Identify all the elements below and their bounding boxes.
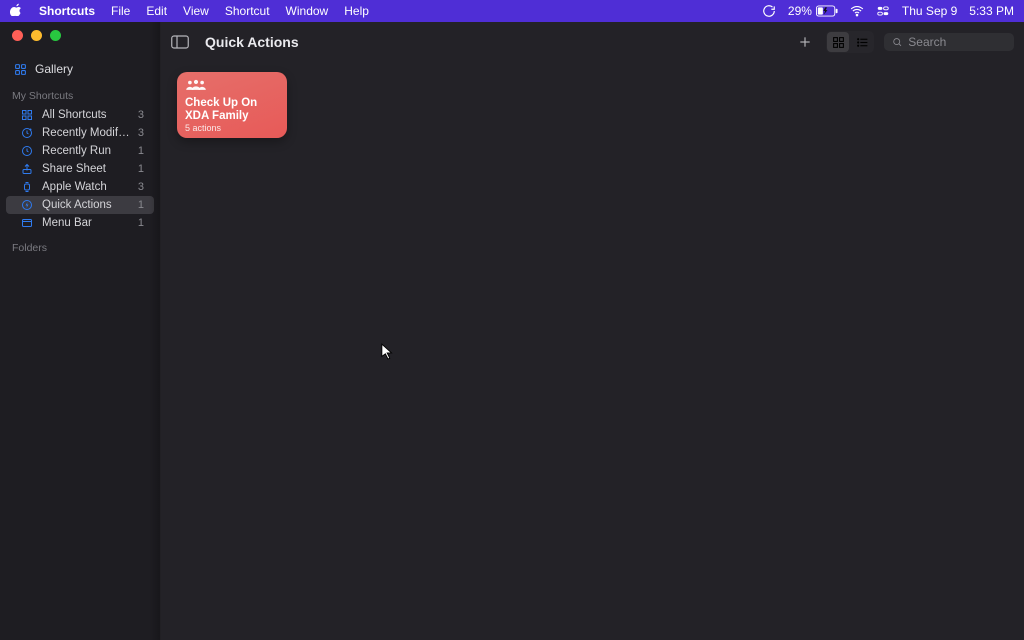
watch-icon (20, 181, 34, 193)
sidebar-gallery[interactable]: Gallery (0, 58, 160, 82)
menubar-time[interactable]: 5:33 PM (969, 4, 1014, 18)
sidebar-list: All Shortcuts 3 Recently Modified 3 Rece… (0, 106, 160, 232)
menubar-icon (20, 217, 34, 229)
control-center-icon[interactable] (876, 4, 890, 18)
window-traffic-lights (12, 30, 61, 41)
close-window-button[interactable] (12, 30, 23, 41)
wifi-icon[interactable] (850, 4, 864, 18)
menubar-status: 29% Thu Sep 9 5:33 PM (762, 4, 1014, 18)
sidebar-item-label: Recently Modified (42, 127, 130, 139)
sidebar-section-folders: Folders (0, 232, 160, 256)
sidebar-item-share-sheet[interactable]: Share Sheet 1 (6, 160, 154, 178)
battery-percent-label: 29% (788, 4, 812, 18)
sidebar-gallery-label: Gallery (35, 62, 73, 76)
minimize-window-button[interactable] (31, 30, 42, 41)
view-mode-segmented (826, 31, 874, 53)
sidebar-item-count: 3 (138, 109, 144, 121)
shortcut-card-subtitle: 5 actions (185, 123, 279, 133)
share-icon (20, 163, 34, 175)
battery-icon (816, 5, 838, 17)
menubar-left: Shortcuts File Edit View Shortcut Window… (10, 3, 369, 19)
menu-edit[interactable]: Edit (146, 4, 167, 18)
main-area: Quick Actions (160, 22, 1024, 640)
sidebar-item-count: 3 (138, 181, 144, 193)
page-title: Quick Actions (205, 34, 299, 50)
app-name[interactable]: Shortcuts (39, 4, 95, 18)
grid-icon (20, 109, 34, 121)
sidebar-item-apple-watch[interactable]: Apple Watch 3 (6, 178, 154, 196)
toolbar: Quick Actions (161, 22, 1024, 62)
sidebar-item-label: Quick Actions (42, 199, 130, 211)
menu-shortcut[interactable]: Shortcut (225, 4, 270, 18)
view-grid-button[interactable] (827, 32, 849, 52)
sidebar-item-label: All Shortcuts (42, 109, 130, 121)
clock-dot-icon (20, 127, 34, 139)
sidebar-item-label: Apple Watch (42, 181, 130, 193)
zoom-window-button[interactable] (50, 30, 61, 41)
time-machine-icon[interactable] (762, 4, 776, 18)
sidebar-item-menu-bar[interactable]: Menu Bar 1 (6, 214, 154, 232)
system-menubar: Shortcuts File Edit View Shortcut Window… (0, 0, 1024, 22)
sidebar-item-recently-modified[interactable]: Recently Modified 3 (6, 124, 154, 142)
sidebar-item-label: Recently Run (42, 145, 130, 157)
sidebar-item-count: 1 (138, 163, 144, 175)
sidebar-item-count: 1 (138, 199, 144, 211)
search-field[interactable] (884, 33, 1014, 51)
menu-help[interactable]: Help (344, 4, 369, 18)
apple-menu-icon[interactable] (10, 3, 23, 19)
sidebar-item-label: Menu Bar (42, 217, 130, 229)
clock-icon (20, 145, 34, 157)
sidebar-item-count: 1 (138, 217, 144, 229)
view-list-button[interactable] (851, 32, 873, 52)
sidebar: Gallery My Shortcuts All Shortcuts 3 Rec… (0, 22, 160, 640)
sidebar-item-recently-run[interactable]: Recently Run 1 (6, 142, 154, 160)
menubar-date[interactable]: Thu Sep 9 (902, 4, 957, 18)
sidebar-item-all-shortcuts[interactable]: All Shortcuts 3 (6, 106, 154, 124)
search-icon (892, 36, 902, 48)
cursor-icon (381, 343, 395, 361)
toggle-sidebar-button[interactable] (171, 35, 189, 49)
menu-file[interactable]: File (111, 4, 130, 18)
sidebar-section-my-shortcuts: My Shortcuts (0, 82, 160, 104)
content-grid: Check Up On XDA Family 5 actions (161, 62, 1024, 640)
battery-status[interactable]: 29% (788, 4, 838, 18)
shortcut-card[interactable]: Check Up On XDA Family 5 actions (177, 72, 287, 138)
sidebar-item-count: 3 (138, 127, 144, 139)
app-window: Gallery My Shortcuts All Shortcuts 3 Rec… (0, 22, 1024, 640)
menu-view[interactable]: View (183, 4, 209, 18)
people-icon (185, 78, 207, 97)
sidebar-item-label: Share Sheet (42, 163, 130, 175)
gallery-icon (14, 63, 27, 76)
new-shortcut-button[interactable] (794, 31, 816, 53)
menu-window[interactable]: Window (286, 4, 329, 18)
sidebar-item-quick-actions[interactable]: Quick Actions 1 (6, 196, 154, 214)
search-input[interactable] (908, 35, 1006, 49)
shortcut-card-title: Check Up On XDA Family (185, 97, 279, 123)
sidebar-item-count: 1 (138, 145, 144, 157)
bolt-icon (20, 199, 34, 211)
